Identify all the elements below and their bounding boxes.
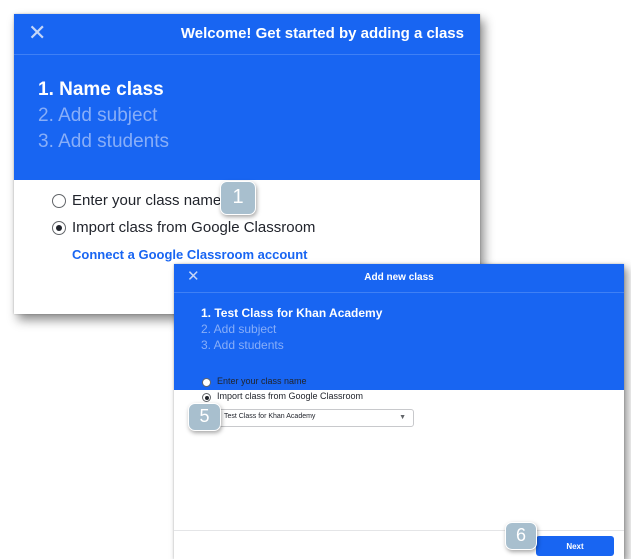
connect-google-classroom-link[interactable]: Connect a Google Classroom account (72, 247, 308, 262)
welcome-dialog-header: ✕ Welcome! Get started by adding a class (14, 14, 480, 54)
add-class-dialog-title: Add new class (364, 272, 434, 283)
footer-divider (174, 530, 624, 531)
step-add-students: 3. Add students (201, 338, 284, 352)
google-class-select[interactable]: Test Class for Khan Academy ▼ (217, 409, 414, 427)
step-callout-1: 1 (220, 181, 256, 215)
radio-enter-class-name[interactable] (202, 378, 211, 387)
chevron-down-icon: ▼ (399, 414, 406, 421)
close-icon[interactable]: ✕ (28, 22, 46, 44)
label-import-google-classroom[interactable]: Import class from Google Classroom (217, 391, 363, 401)
radio-import-google-classroom[interactable] (202, 393, 211, 402)
step-add-subject: 2. Add subject (201, 322, 277, 336)
step-name-class: 1. Name class (38, 79, 164, 100)
label-enter-class-name[interactable]: Enter your class name (217, 376, 307, 386)
step-add-students: 3. Add students (38, 131, 169, 152)
next-button[interactable]: Next (536, 536, 614, 556)
step-name-class: 1. Test Class for Khan Academy (201, 306, 383, 320)
step-add-subject: 2. Add subject (38, 105, 158, 126)
add-class-dialog: ✕ Add new class 1. Test Class for Khan A… (174, 264, 624, 559)
welcome-dialog-title: Welcome! Get started by adding a class (180, 25, 464, 42)
label-enter-class-name[interactable]: Enter your class name (72, 192, 221, 209)
label-import-google-classroom[interactable]: Import class from Google Classroom (72, 219, 315, 236)
step-callout-6: 6 (505, 522, 537, 550)
welcome-steps: 1. Name class 2. Add subject 3. Add stud… (14, 54, 480, 180)
radio-import-google-classroom[interactable] (52, 221, 66, 235)
google-class-select-value: Test Class for Khan Academy (224, 413, 316, 420)
step-callout-5: 5 (188, 403, 221, 431)
add-class-dialog-header: ✕ Add new class (174, 264, 624, 292)
radio-enter-class-name[interactable] (52, 194, 66, 208)
